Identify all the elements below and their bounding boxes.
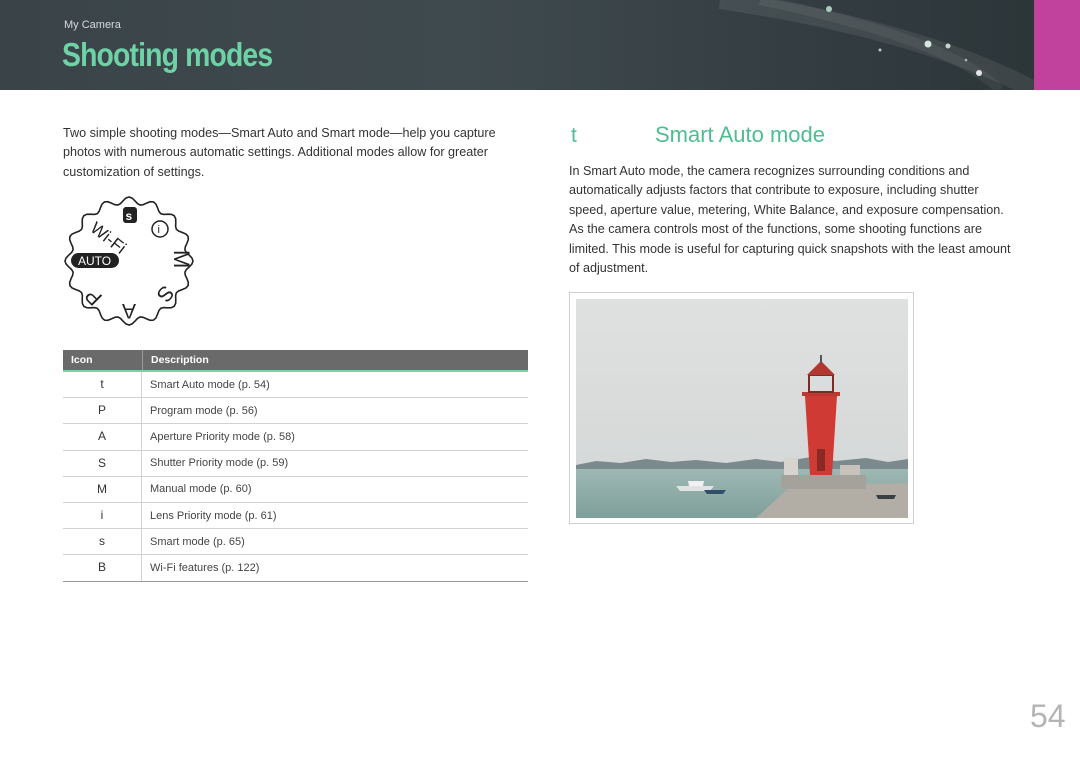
mode-description: Smart mode (p. 65) [150, 535, 245, 548]
mode-dial-illustration: Wi-Fi s i M S A P AUTO [64, 196, 194, 326]
chapter-tab [1034, 0, 1080, 90]
table-row: i Lens Priority mode (p. 61) [63, 502, 528, 530]
table-row: P Program mode (p. 56) [63, 398, 528, 425]
mode-description: Smart Auto mode (p. 54) [150, 378, 270, 391]
section-label: My Camera [64, 19, 121, 31]
mode-description: Shutter Priority mode (p. 59) [150, 457, 289, 470]
mode-icon: s [63, 529, 142, 555]
dial-label-aperture: A [122, 299, 136, 322]
mode-icon: t [63, 372, 142, 398]
mode-description: Program mode (p. 56) [150, 404, 258, 417]
table-row: S Shutter Priority mode (p. 59) [63, 450, 528, 477]
page-number: 54 [1030, 698, 1066, 734]
mode-table: Icon Description t Smart Auto mode (p. 54… [63, 350, 528, 582]
mode-description: Wi-Fi features (p. 122) [150, 561, 260, 574]
mode-description: Aperture Priority mode (p. 58) [150, 430, 295, 443]
mode-icon: P [63, 398, 142, 424]
smart-auto-icon: t [571, 124, 577, 147]
table-row: t Smart Auto mode (p. 54) [63, 372, 528, 399]
mode-icon: A [63, 424, 142, 450]
page-title: Shooting modes [62, 36, 273, 73]
mode-icon: i [63, 502, 142, 529]
table-header: Icon Description [63, 350, 528, 372]
header-banner: My Camera Shooting modes [0, 0, 1034, 90]
mode-description: Lens Priority mode (p. 61) [150, 509, 277, 522]
dial-label-manual: M [169, 250, 194, 268]
mode-icon: S [63, 450, 142, 476]
intro-text: Two simple shooting modes—Smart Auto and… [63, 126, 496, 179]
smart-auto-text: In Smart Auto mode, the camera recognize… [569, 164, 1011, 276]
header-icon: Icon [71, 354, 93, 366]
table-row: M Manual mode (p. 60) [63, 476, 528, 503]
mode-icon: M [63, 476, 142, 502]
dial-label-smart: s [126, 209, 133, 223]
mode-icon: B [63, 555, 142, 581]
header-description: Description [142, 350, 528, 370]
mode-description: Manual mode (p. 60) [150, 483, 252, 496]
dial-label-auto: AUTO [78, 254, 111, 268]
lighthouse-photo [576, 299, 908, 518]
table-row: B Wi-Fi features (p. 122) [63, 555, 528, 582]
photo-frame [569, 292, 914, 524]
table-row: s Smart mode (p. 65) [63, 529, 528, 556]
dial-label-lens: i [158, 224, 160, 236]
smart-auto-title: Smart Auto mode [655, 122, 825, 147]
table-row: A Aperture Priority mode (p. 58) [63, 424, 528, 451]
